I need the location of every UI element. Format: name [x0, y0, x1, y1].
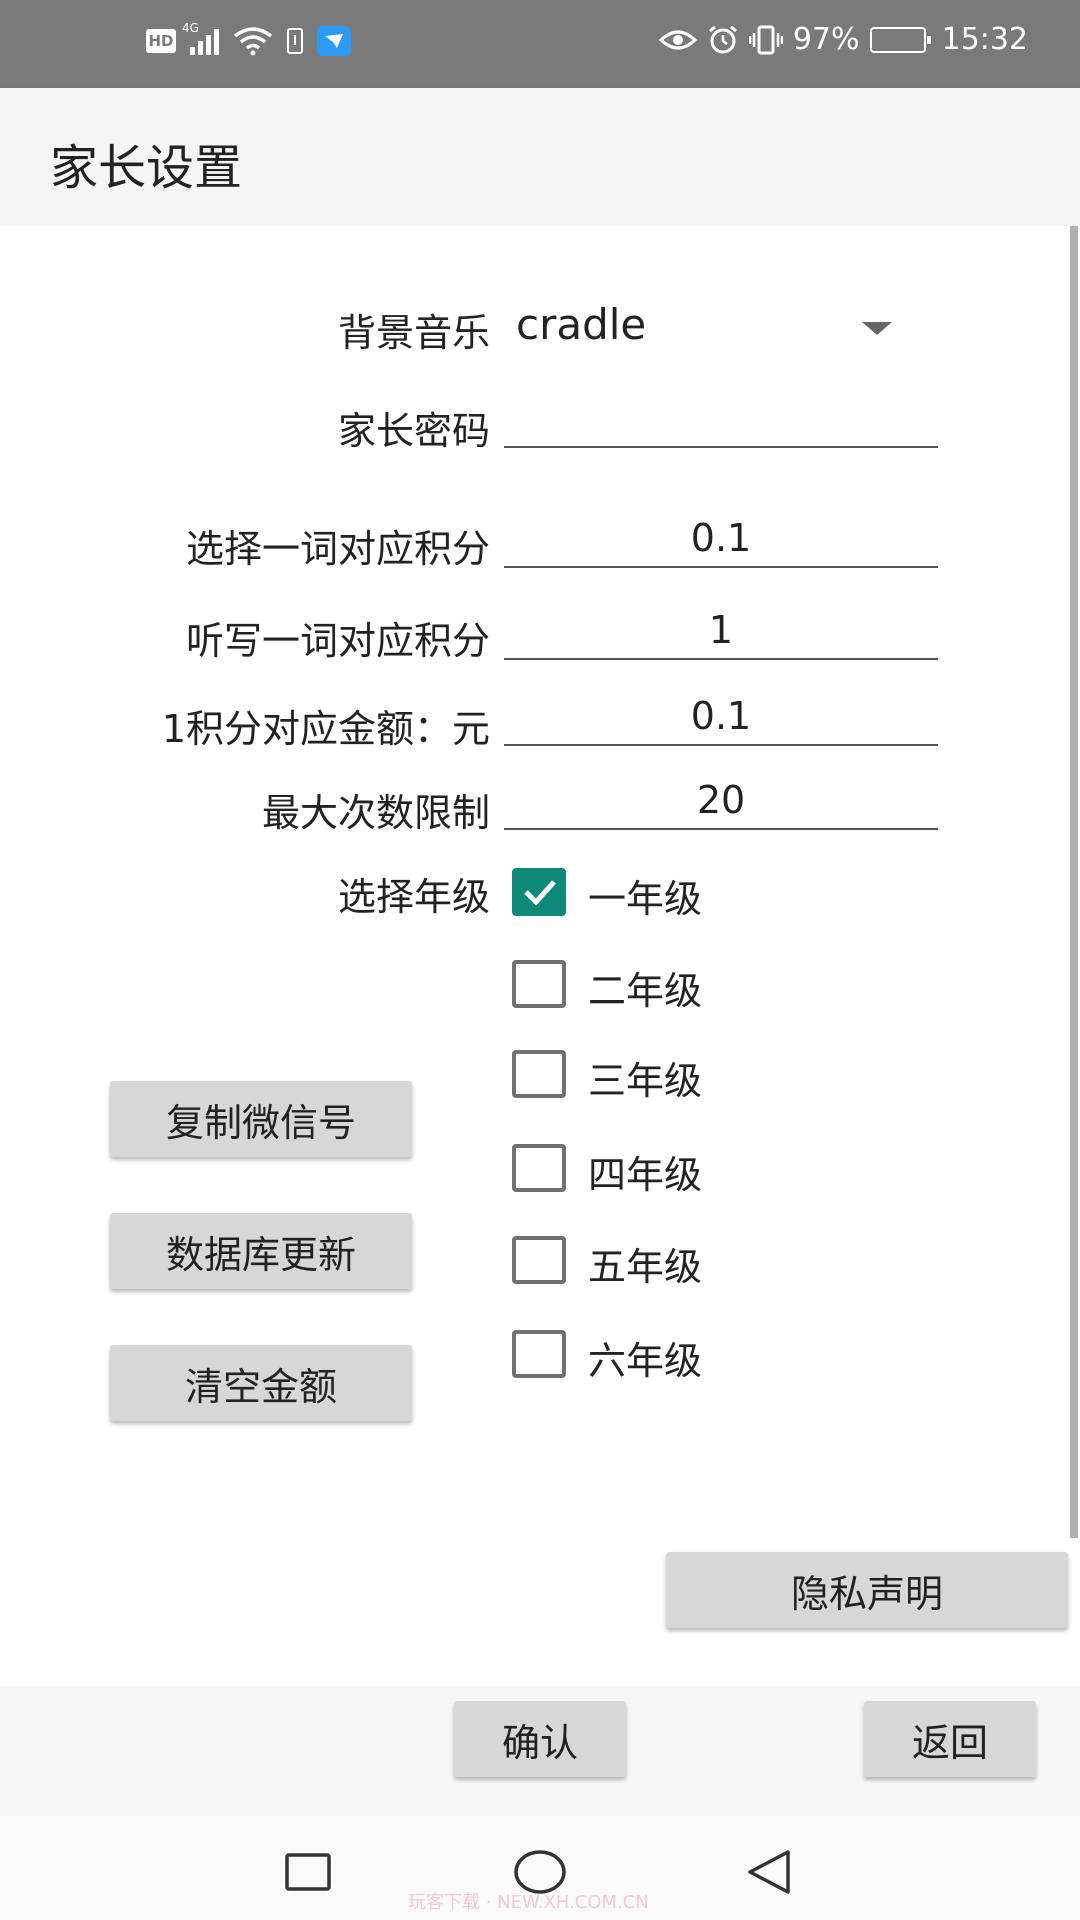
- bgm-spinner[interactable]: cradle: [516, 300, 646, 349]
- signal-4g-icon: 4G: [182, 21, 219, 55]
- privacy-button[interactable]: 隐私声明: [666, 1552, 1068, 1628]
- dropdown-arrow-icon[interactable]: [862, 322, 892, 335]
- battery-percent: 97%: [792, 22, 860, 57]
- hd-icon: HD: [146, 29, 176, 53]
- grade-5-label[interactable]: 五年级: [588, 1236, 702, 1291]
- bgm-label: 背景音乐: [337, 311, 490, 355]
- recents-icon[interactable]: [284, 1852, 332, 1892]
- choose-points-label: 选择一词对应积分: [185, 527, 490, 571]
- dictation-points-label: 听写一词对应积分: [185, 619, 490, 663]
- password-label: 家长密码: [337, 409, 490, 453]
- point-money-label: 1积分对应金额：元: [161, 707, 490, 751]
- grade-3-checkbox[interactable]: [512, 1050, 566, 1098]
- network-type-label: 4G: [182, 21, 199, 35]
- battery-icon: [869, 26, 931, 53]
- status-time: 15:32: [941, 22, 1028, 57]
- check-icon: [524, 880, 556, 906]
- app-notification-icon: [317, 26, 351, 56]
- db-update-button[interactable]: 数据库更新: [110, 1213, 412, 1289]
- battery-alert-icon: [287, 28, 303, 54]
- max-times-input[interactable]: 20: [504, 770, 938, 830]
- confirm-button[interactable]: 确认: [454, 1701, 626, 1777]
- grade-2-label[interactable]: 二年级: [588, 960, 702, 1015]
- clear-amount-button[interactable]: 清空金额: [110, 1345, 412, 1421]
- alarm-icon: [708, 25, 737, 53]
- vibrate-icon: [748, 25, 783, 54]
- grade-2-checkbox[interactable]: [512, 960, 566, 1008]
- grade-3-label[interactable]: 三年级: [588, 1050, 702, 1105]
- grade-4-label[interactable]: 四年级: [588, 1144, 702, 1199]
- grade-4-checkbox[interactable]: [512, 1144, 566, 1192]
- password-input[interactable]: [504, 388, 938, 448]
- copy-wechat-button[interactable]: 复制微信号: [110, 1081, 412, 1157]
- max-times-label: 最大次数限制: [261, 791, 490, 835]
- grade-6-checkbox[interactable]: [512, 1330, 566, 1378]
- eye-comfort-icon: [658, 30, 697, 49]
- grade-1-label[interactable]: 一年级: [588, 868, 702, 923]
- point-money-input[interactable]: 0.1: [504, 686, 938, 746]
- back-button[interactable]: 返回: [864, 1701, 1036, 1777]
- grade-5-checkbox[interactable]: [512, 1236, 566, 1284]
- grade-1-checkbox[interactable]: [512, 868, 566, 916]
- grade-6-label[interactable]: 六年级: [588, 1330, 702, 1385]
- app-bar: 家长设置: [0, 88, 1080, 226]
- wifi-icon: [233, 27, 273, 56]
- choose-points-input[interactable]: 0.1: [504, 508, 938, 568]
- grade-label: 选择年级: [337, 875, 490, 919]
- page-title: 家长设置: [50, 140, 243, 196]
- dictation-points-input[interactable]: 1: [504, 600, 938, 660]
- scrollbar[interactable]: [1070, 226, 1078, 1538]
- status-left-icons: HD 4G: [146, 21, 351, 56]
- back-nav-icon[interactable]: [744, 1848, 794, 1896]
- status-bar: HD 4G 97% 15:32: [0, 0, 1080, 88]
- watermark: 玩客下载 · NEW.XH.COM.CN: [408, 1892, 649, 1913]
- status-right-icons: 97% 15:32: [658, 22, 1028, 57]
